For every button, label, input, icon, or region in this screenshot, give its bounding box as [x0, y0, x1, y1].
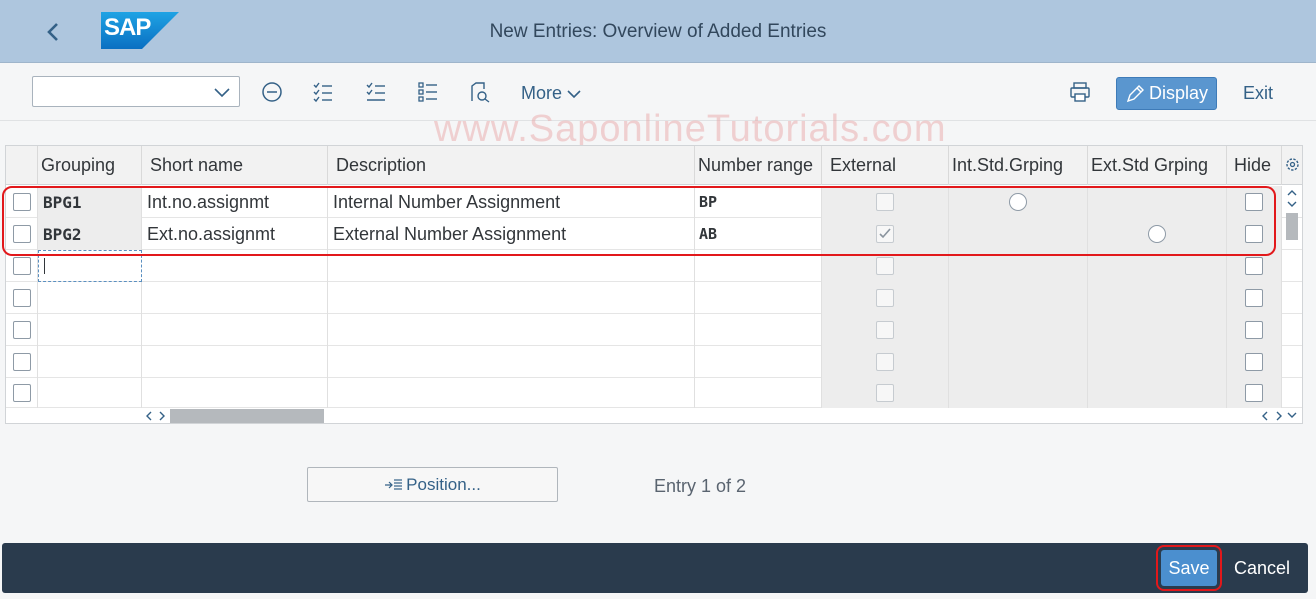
display-label: Display [1148, 83, 1209, 103]
horizontal-scrollbar[interactable] [142, 408, 1282, 424]
short-name-input[interactable] [142, 282, 328, 314]
hide-checkbox[interactable] [1245, 289, 1263, 307]
grouping-input[interactable] [38, 314, 142, 346]
short-name-input[interactable] [142, 346, 328, 378]
table-row[interactable] [6, 378, 1302, 408]
rows-highlight-annotation [2, 186, 1276, 256]
exit-button[interactable]: Exit [1243, 83, 1273, 104]
external-checkbox [876, 353, 894, 371]
row-select-checkbox[interactable] [12, 257, 31, 275]
position-button[interactable]: Position... [307, 467, 558, 502]
column-header[interactable]: Ext.Std Grping [1088, 146, 1227, 185]
vertical-scroll-thumb[interactable] [1286, 213, 1298, 240]
scroll-down-icon[interactable] [1287, 199, 1297, 209]
external-checkbox [876, 257, 894, 275]
shell-header: SAP New Entries: Overview of Added Entri… [0, 0, 1316, 63]
minus-circle-icon[interactable] [260, 80, 284, 104]
description-input[interactable] [328, 378, 695, 408]
page-title: New Entries: Overview of Added Entries [489, 21, 827, 42]
number-range-input[interactable] [695, 378, 822, 408]
row-select-checkbox[interactable] [12, 289, 31, 307]
gear-icon[interactable] [1284, 156, 1301, 173]
select-block-icon[interactable] [416, 80, 440, 104]
column-header[interactable]: Short name [142, 146, 328, 185]
description-input[interactable] [328, 346, 695, 378]
hide-checkbox[interactable] [1245, 353, 1263, 371]
hide-checkbox[interactable] [1245, 384, 1263, 402]
hide-checkbox[interactable] [1245, 321, 1263, 339]
chevron-down-icon [567, 89, 581, 98]
display-button[interactable]: Display [1116, 77, 1217, 110]
table-row[interactable] [6, 282, 1302, 314]
edit-display-icon [1126, 84, 1144, 102]
external-checkbox [876, 384, 894, 402]
more-label: More [521, 83, 563, 103]
print-icon[interactable] [1068, 80, 1092, 104]
vertical-scrollbar[interactable] [1282, 186, 1302, 424]
table-header: Grouping Short name Description Number r… [6, 146, 1302, 185]
number-range-input[interactable] [695, 314, 822, 346]
column-header[interactable]: External [822, 146, 949, 185]
scroll-right-icon[interactable] [157, 411, 167, 421]
description-input[interactable] [328, 282, 695, 314]
row-select-checkbox[interactable] [12, 321, 31, 339]
grouping-input[interactable] [38, 378, 142, 408]
grouping-input[interactable] [38, 282, 142, 314]
cancel-button[interactable]: Cancel [1234, 558, 1290, 579]
chevron-down-icon [214, 88, 230, 98]
details-icon[interactable] [468, 80, 492, 104]
select-all-column[interactable] [6, 146, 38, 185]
column-header[interactable]: Number range [695, 146, 822, 185]
external-checkbox [876, 321, 894, 339]
select-all-icon[interactable] [311, 80, 335, 104]
deselect-all-icon[interactable] [364, 80, 388, 104]
grouping-input[interactable] [38, 346, 142, 378]
external-checkbox [876, 289, 894, 307]
variant-select[interactable] [32, 76, 240, 107]
column-header[interactable]: Description [328, 146, 695, 185]
footer-bar: Save Cancel [2, 543, 1308, 593]
save-button[interactable]: Save [1161, 550, 1217, 586]
short-name-input[interactable] [142, 378, 328, 408]
scroll-left-icon[interactable] [1260, 411, 1270, 421]
scroll-left-icon[interactable] [144, 411, 154, 421]
column-header[interactable]: Grouping [38, 146, 142, 185]
position-label: Position... [406, 474, 481, 494]
description-input[interactable] [328, 314, 695, 346]
scroll-down-icon[interactable] [1287, 410, 1297, 420]
number-range-input[interactable] [695, 282, 822, 314]
table-row[interactable] [6, 314, 1302, 346]
short-name-input[interactable] [142, 314, 328, 346]
more-menu[interactable]: More [521, 83, 582, 104]
hide-checkbox[interactable] [1245, 257, 1263, 275]
column-header[interactable]: Int.Std.Grping [949, 146, 1088, 185]
number-range-input[interactable] [695, 346, 822, 378]
column-header[interactable]: Hide [1227, 146, 1282, 185]
row-select-checkbox[interactable] [12, 353, 31, 371]
entry-counter: Entry 1 of 2 [654, 476, 747, 496]
horizontal-scroll-thumb[interactable] [170, 409, 324, 423]
scroll-up-icon[interactable] [1287, 188, 1297, 198]
table-row[interactable] [6, 346, 1302, 378]
row-select-checkbox[interactable] [12, 384, 31, 402]
position-icon [385, 478, 403, 490]
